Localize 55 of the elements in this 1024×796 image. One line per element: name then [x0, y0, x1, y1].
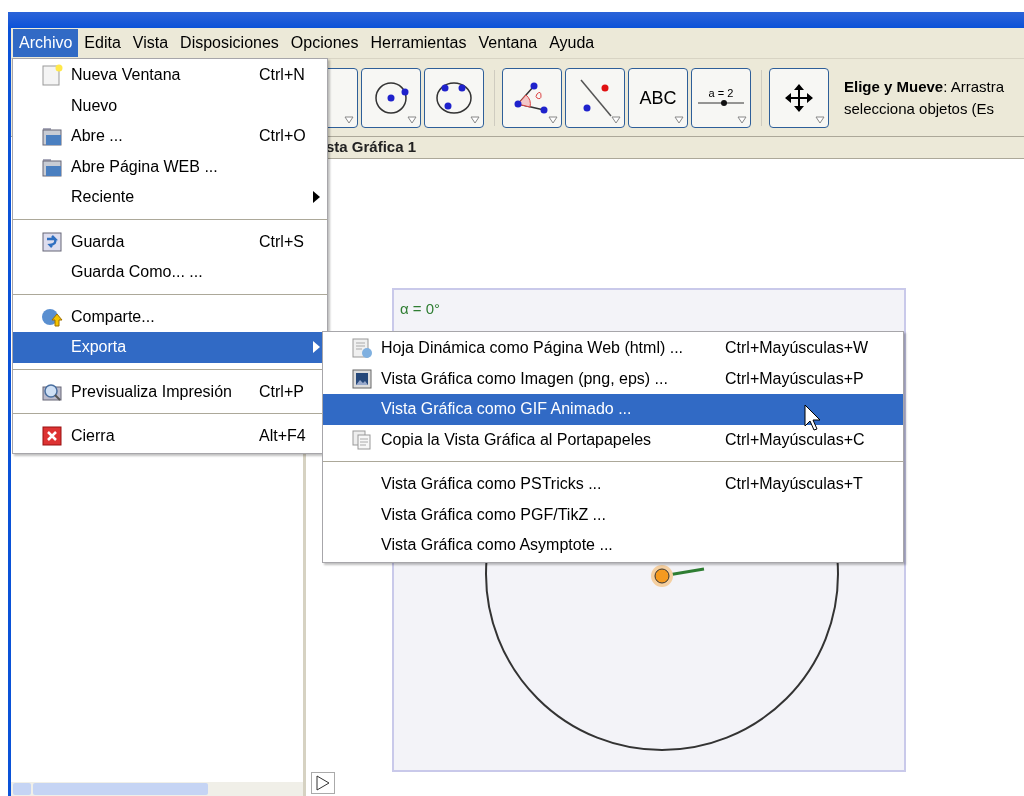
dropdown-triangle-icon — [611, 115, 621, 124]
tool-button[interactable] — [361, 67, 421, 128]
close-icon — [41, 425, 63, 448]
image-icon — [351, 367, 373, 390]
menu-bar-item[interactable]: Opciones — [284, 29, 365, 57]
menu-item[interactable]: Abre Página WEB ... — [13, 151, 327, 182]
menu-bar-item[interactable]: Vista — [126, 29, 175, 57]
menu-bar-item[interactable]: Ventana — [472, 29, 544, 57]
text-tool-label: ABC — [639, 88, 677, 107]
menu-bar-item[interactable]: Edita — [78, 29, 127, 57]
play-icon — [316, 775, 330, 791]
folder-icon — [41, 125, 63, 148]
dropdown-triangle-icon — [674, 115, 684, 124]
dropdown-triangle-icon — [548, 115, 558, 124]
graphics-view-title: sta Gráfica 1 — [326, 137, 417, 158]
menu-item[interactable]: Guarda Como... ... — [13, 257, 327, 288]
web-page-icon — [351, 337, 373, 360]
menu-bar-item[interactable]: Herramientas — [364, 29, 473, 57]
menu-item[interactable]: Vista Gráfica como PGF/TikZ ... — [323, 499, 903, 530]
menu-item[interactable]: Abre ... Ctrl+O — [13, 121, 327, 152]
menu-item[interactable]: Vista Gráfica como Asymptote ... — [323, 530, 903, 561]
copy-pages-icon — [351, 428, 373, 451]
blank-page-icon — [41, 64, 63, 87]
slider-tool-label: a = 2 — [708, 88, 734, 99]
tool-button[interactable] — [769, 67, 829, 128]
submenu-arrow-icon — [313, 341, 321, 354]
menu-item[interactable]: Comparte... — [13, 301, 327, 332]
menu-item[interactable]: Nuevo — [13, 90, 327, 121]
menu-bar-item[interactable]: Archivo — [13, 29, 79, 57]
menu-item[interactable]: Vista Gráfica como GIF Animado ... — [323, 394, 903, 425]
tool-button[interactable]: ABC — [628, 67, 688, 128]
dropdown-triangle-icon — [470, 115, 480, 124]
menu-item[interactable]: Vista Gráfica como PSTricks ... Ctrl+Mayúsculas+T — [323, 469, 903, 500]
menu-bar-item[interactable]: Ayuda — [543, 29, 601, 57]
slider-line-icon — [698, 99, 744, 107]
play-button[interactable] — [311, 772, 335, 794]
menu-item[interactable]: Nueva Ventana Ctrl+N — [13, 60, 327, 91]
menu-item[interactable]: Reciente — [13, 182, 327, 213]
menu-item[interactable]: Vista Gráfica como Imagen (png, eps) ... Ctrl+Mayúsculas+P — [323, 363, 903, 394]
tool-button[interactable] — [424, 67, 484, 128]
menu-item[interactable]: Copia la Vista Gráfica al Portapapeles Ctrl+Mayúsculas+C — [323, 424, 903, 455]
tool-help-text: Elige y Mueve: Arrastra — [844, 76, 1005, 97]
tool-button[interactable] — [502, 67, 562, 128]
menu-bar-item[interactable]: Disposiciones — [174, 29, 285, 57]
angle-label: α = 0° — [400, 299, 441, 319]
dropdown-triangle-icon — [407, 115, 417, 124]
dropdown-triangle-icon — [344, 115, 354, 124]
dropdown-triangle-icon — [815, 115, 825, 124]
tool-help-text: selecciona objetos (Es — [844, 98, 996, 119]
dropdown-triangle-icon — [737, 115, 747, 124]
menu-item[interactable]: Guarda Ctrl+S — [13, 226, 327, 257]
submenu-arrow-icon — [313, 191, 321, 204]
tool-button[interactable]: a = 2 — [691, 67, 751, 128]
mouse-cursor-icon — [804, 404, 822, 432]
tool-button[interactable] — [565, 67, 625, 128]
